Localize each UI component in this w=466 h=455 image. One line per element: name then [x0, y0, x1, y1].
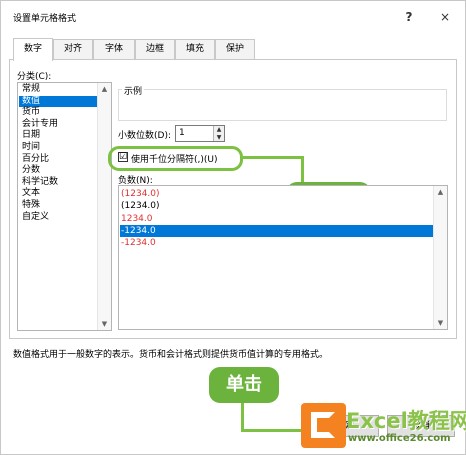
- tab-border[interactable]: 边框: [135, 39, 175, 60]
- tab-protection[interactable]: 保护: [215, 39, 255, 60]
- category-list[interactable]: 常规 数值 货币 会计专用 日期 时间 百分比 分数 科学记数 文本 特殊 自定…: [17, 82, 112, 331]
- close-button[interactable]: ×: [434, 7, 456, 27]
- callout-connector: [243, 156, 303, 159]
- sample-box: [118, 89, 447, 121]
- negative-format-item[interactable]: -1234.0: [120, 237, 435, 249]
- negative-format-item[interactable]: (1234.0): [120, 200, 435, 212]
- click-hint-bubble: 单击: [209, 367, 279, 403]
- category-item[interactable]: 特殊: [19, 200, 97, 212]
- stepper-up-icon[interactable]: ▲: [214, 126, 224, 134]
- dialog-title: 设置单元格格式: [13, 14, 77, 24]
- format-cells-dialog: 设置单元格格式 ? × 数字 对齐 字体 边框 填充 保护 分类(C): 常规 …: [0, 0, 466, 455]
- category-scrollbar[interactable]: ▲ ▼: [97, 83, 111, 330]
- scroll-up-icon[interactable]: ▲: [434, 186, 447, 198]
- sample-label: 示例: [122, 84, 145, 97]
- category-item[interactable]: 日期: [19, 130, 97, 142]
- scroll-up-icon[interactable]: ▲: [98, 83, 111, 95]
- title-bar: 设置单元格格式 ? ×: [1, 1, 466, 34]
- decimal-places-stepper[interactable]: 1 ▲ ▼: [175, 125, 225, 142]
- category-item[interactable]: 货币: [19, 107, 97, 119]
- negative-format-item[interactable]: (1234.0): [120, 188, 435, 200]
- decimal-places-label: 小数位数(D):: [118, 131, 171, 141]
- category-item[interactable]: 自定义: [19, 212, 97, 224]
- watermark-url: www.office26.com: [348, 433, 451, 444]
- scroll-down-icon[interactable]: ▼: [98, 318, 111, 330]
- category-item[interactable]: 科学记数: [19, 177, 97, 189]
- decimal-places-value[interactable]: 1: [179, 128, 185, 138]
- category-item[interactable]: 分数: [19, 165, 97, 177]
- category-item[interactable]: 百分比: [19, 154, 97, 166]
- format-description: 数值格式用于一般数字的表示。货币和会计格式则提供货币值计算的专用格式。: [13, 350, 329, 360]
- tab-alignment[interactable]: 对齐: [53, 39, 93, 60]
- help-button[interactable]: ?: [398, 7, 420, 27]
- tab-number[interactable]: 数字: [13, 38, 53, 61]
- negative-numbers-list[interactable]: (1234.0) (1234.0) 1234.0 -1234.0 -1234.0…: [118, 185, 448, 330]
- negative-list-scrollbar[interactable]: ▲ ▼: [433, 186, 447, 329]
- category-item[interactable]: 常规: [19, 84, 97, 96]
- checkbox-highlight: [108, 146, 243, 171]
- negative-format-item[interactable]: 1234.0: [120, 213, 435, 225]
- category-item[interactable]: 时间: [19, 142, 97, 154]
- category-label: 分类(C):: [17, 72, 52, 82]
- site-watermark: Excel教程网 www.office26.com: [301, 403, 466, 455]
- click-connector: [241, 403, 244, 431]
- stepper-buttons: ▲ ▼: [213, 126, 224, 141]
- office-logo-icon: [301, 403, 346, 448]
- category-item[interactable]: 文本: [19, 188, 97, 200]
- watermark-title: Excel教程网: [346, 409, 466, 433]
- category-item-selected[interactable]: 数值: [19, 95, 97, 108]
- category-item[interactable]: 会计专用: [19, 119, 97, 131]
- tab-fill[interactable]: 填充: [175, 39, 215, 60]
- negative-format-item-selected[interactable]: -1234.0: [120, 224, 435, 238]
- scroll-down-icon[interactable]: ▼: [434, 317, 447, 329]
- callout-connector-vertical: [301, 156, 304, 184]
- stepper-down-icon[interactable]: ▼: [214, 133, 224, 141]
- tab-font[interactable]: 字体: [93, 39, 135, 60]
